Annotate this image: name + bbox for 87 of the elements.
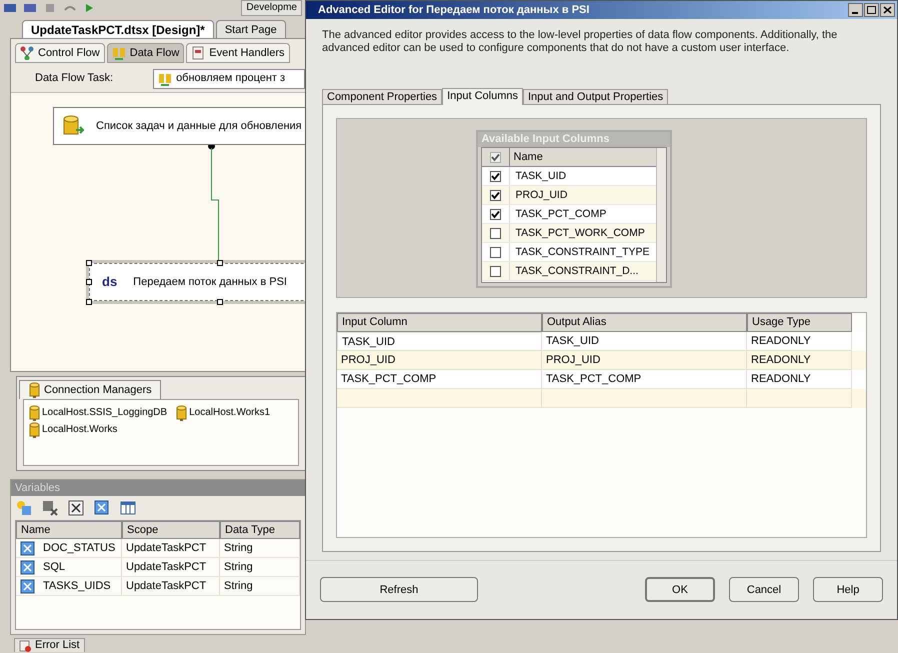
column-header[interactable]: Name (16, 521, 122, 539)
column-header[interactable]: Scope (122, 521, 220, 539)
checkbox[interactable] (490, 266, 500, 277)
database-icon (28, 382, 40, 398)
designer-tab[interactable]: Control Flow (15, 43, 105, 63)
data-flow-icon (158, 72, 172, 86)
table-cell[interactable]: TASK_UID (337, 332, 542, 352)
task-dropdown[interactable]: обновляем процент з (153, 68, 305, 88)
table-cell: UpdateTaskPCT (122, 577, 220, 595)
window-title: Advanced Editor for Передаем поток данных в PSI (318, 2, 590, 18)
play-icon (84, 4, 94, 12)
database-icon (28, 422, 40, 438)
dialog-tab[interactable]: Input and Output Properties (523, 89, 668, 104)
designer-tab[interactable]: Data Flow (106, 43, 184, 63)
error-list-icon (19, 640, 31, 652)
variable-icon (20, 578, 35, 594)
table-cell: TASKS_UIDS (16, 577, 122, 595)
table-cell: String (220, 558, 300, 576)
field-label: Data Flow Task: (35, 71, 114, 86)
show-all-variables-button[interactable] (93, 499, 111, 517)
dialog-tab[interactable]: Component Properties (322, 89, 442, 104)
column-header[interactable]: Data Type (220, 521, 300, 539)
checkbox[interactable] (490, 228, 500, 239)
scrollbar[interactable] (656, 148, 666, 282)
checkbox[interactable] (490, 152, 500, 163)
flow-icon (20, 46, 34, 60)
column-header[interactable]: Input Column (337, 313, 542, 332)
minimize-button[interactable] (848, 2, 863, 17)
column-header[interactable]: Output Alias (542, 313, 747, 332)
resize-handle[interactable] (86, 279, 92, 285)
database-icon (175, 404, 188, 420)
node-label: Передаем поток данных в PSI (133, 274, 287, 290)
variable-icon (68, 500, 84, 516)
resize-handle[interactable] (217, 299, 223, 305)
designer-tab[interactable]: Event Handlers (186, 43, 290, 63)
connection-item[interactable]: LocalHost.Works (28, 421, 118, 438)
variable-icon (20, 540, 35, 556)
configuration-dropdown[interactable]: Developme (241, 0, 302, 16)
checkbox[interactable] (490, 246, 500, 258)
table-cell: String (220, 539, 300, 557)
cancel-button[interactable]: Cancel (729, 577, 799, 602)
list-title: Available Input Columns (478, 132, 670, 148)
grid-icon (120, 501, 136, 515)
error-list-tab[interactable]: Error List (14, 638, 85, 652)
column-name[interactable]: TASK_PCT_COMP (510, 205, 656, 224)
description-text: The advanced editor provides access to the low-level properties of data flow components. Additionally, the advanced editor can be used to configure components that do not have a custom user interface. (321, 28, 838, 56)
choose-columns-button[interactable] (119, 499, 137, 517)
document-tab[interactable]: Start Page (216, 20, 286, 38)
column-name[interactable]: TASK_UID (510, 167, 656, 186)
data-flow-icon (112, 46, 126, 60)
variable-icon (94, 500, 110, 516)
resize-handle[interactable] (86, 260, 92, 266)
refresh-button[interactable]: Refresh (320, 577, 478, 602)
node-icon-label: ds (101, 273, 118, 292)
connection-item[interactable]: LocalHost.SSIS_LoggingDB (28, 404, 168, 421)
undo-icon (64, 4, 76, 12)
table-cell: UpdateTaskPCT (122, 558, 220, 576)
help-button[interactable]: Help (813, 577, 883, 602)
flow-node[interactable]: ds Передаем поток данных в PSI (89, 263, 305, 301)
resize-handle[interactable] (217, 260, 223, 266)
flow-node[interactable]: Список задач и данные для обновления (53, 107, 305, 145)
table-cell: DOC_STATUS (16, 539, 122, 557)
dialog-tab[interactable]: Input Columns (442, 88, 523, 106)
checkbox[interactable] (490, 170, 500, 182)
table-cell: UpdateTaskPCT (122, 539, 220, 557)
delete-variable-button[interactable] (41, 499, 59, 517)
resize-handle[interactable] (86, 299, 92, 305)
show-system-variables-button[interactable] (67, 499, 85, 517)
checkbox[interactable] (490, 208, 500, 220)
variable-icon (20, 560, 35, 574)
delete-icon (42, 500, 58, 516)
column-name[interactable]: TASK_CONSTRAINT_TYPE (510, 243, 656, 262)
node-label: Список задач и данные для обновления (96, 118, 302, 134)
database-icon (28, 404, 40, 420)
connection-item[interactable]: LocalHost.Works1 (175, 404, 270, 421)
close-button[interactable] (880, 2, 895, 17)
event-icon (191, 46, 206, 60)
column-header[interactable]: Usage Type (747, 313, 852, 332)
connection-managers-tab[interactable]: Connection Managers (19, 380, 161, 399)
add-icon (16, 500, 32, 516)
table-cell: String (220, 577, 300, 595)
checkbox[interactable] (490, 190, 500, 201)
panel-title: Variables (11, 480, 305, 496)
table-cell: SQL (16, 558, 122, 576)
ok-button[interactable]: OK (645, 577, 715, 602)
maximize-button[interactable] (864, 2, 879, 17)
document-tab[interactable]: UpdateTaskPCT.dtsx [Design]* (22, 20, 214, 38)
